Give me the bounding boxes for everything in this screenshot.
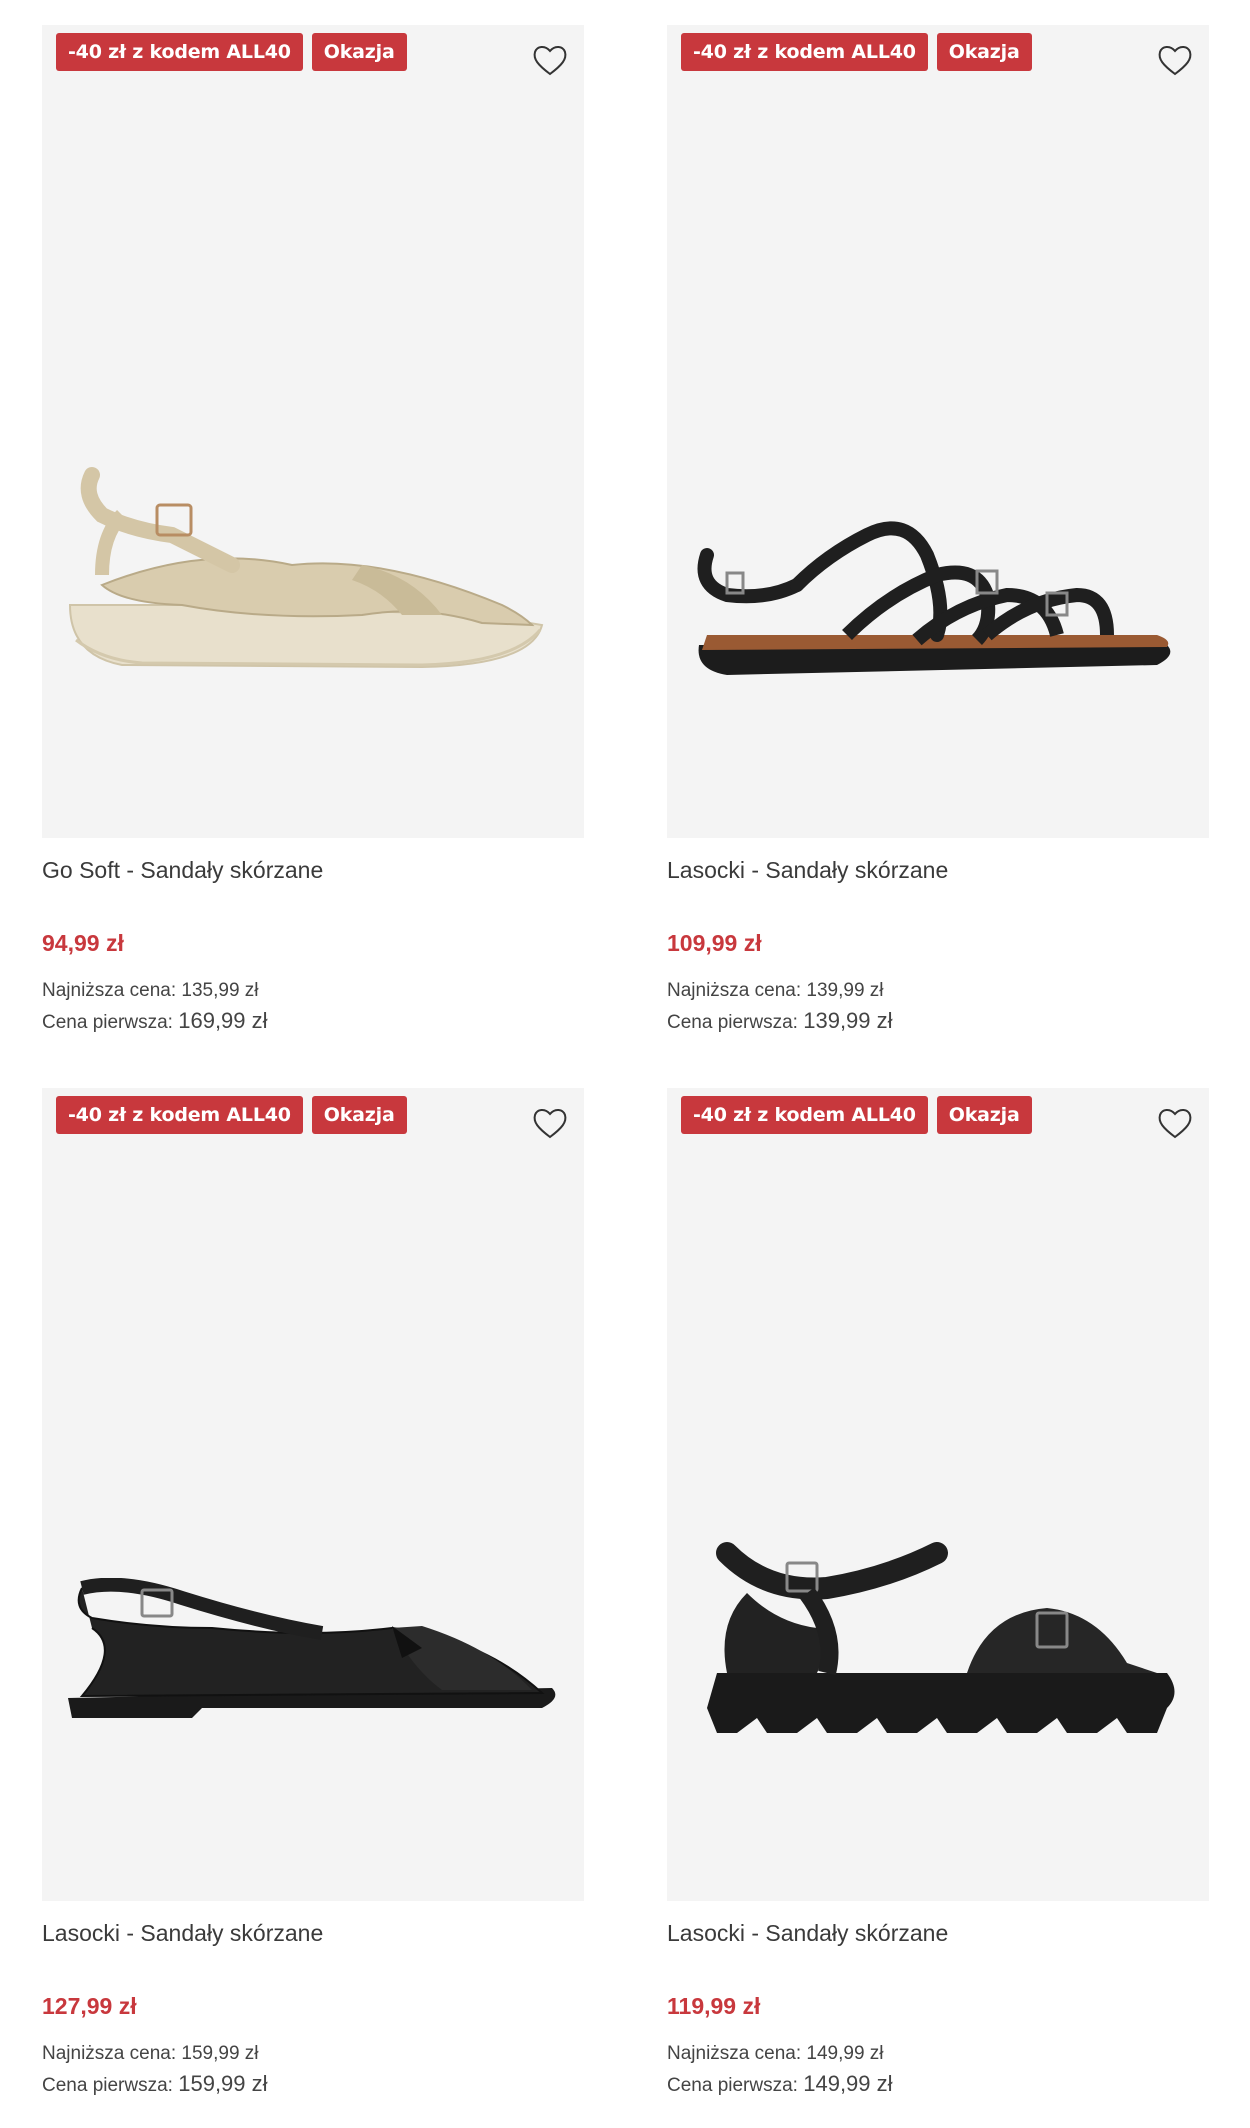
lowest-price-label: Najniższa cena: (42, 2043, 177, 2064)
first-price-label: Cena pierwsza: (42, 1012, 173, 1033)
product-grid: -40 zł z kodem ALL40 Okazja Go Soft - Sa… (0, 0, 1250, 2123)
product-price: 109,99 zł (667, 930, 762, 956)
first-price-value: 159,99 zł (178, 2071, 268, 2096)
product-card[interactable]: -40 zł z kodem ALL40 Okazja Lasocki - Sa… (42, 1088, 584, 2128)
heart-icon[interactable] (1155, 1104, 1195, 1144)
deal-badge: Okazja (311, 1096, 407, 1134)
badge-group: -40 zł z kodem ALL40 Okazja (681, 1096, 1032, 1134)
product-title[interactable]: Lasocki - Sandały skórzane (667, 1920, 948, 1947)
first-price-value: 139,99 zł (803, 1008, 893, 1033)
lowest-price-line: Najniższa cena: 139,99 zł (667, 980, 884, 1002)
product-card[interactable]: -40 zł z kodem ALL40 Okazja (667, 1088, 1209, 2128)
discount-code-badge: -40 zł z kodem ALL40 (56, 33, 303, 71)
product-price: 119,99 zł (667, 1993, 761, 2019)
product-image[interactable]: -40 zł z kodem ALL40 Okazja (667, 25, 1209, 838)
black-slingback-sandal-picture (62, 1578, 564, 1748)
lowest-price-label: Najniższa cena: (667, 980, 802, 1001)
lowest-price-value: 139,99 zł (806, 980, 884, 1001)
first-price-line: Cena pierwsza: 149,99 zł (667, 2071, 893, 2097)
badge-group: -40 zł z kodem ALL40 Okazja (56, 33, 407, 71)
product-image[interactable]: -40 zł z kodem ALL40 Okazja (42, 25, 584, 838)
heart-icon[interactable] (1155, 41, 1195, 81)
first-price-value: 169,99 zł (178, 1008, 268, 1033)
product-card[interactable]: -40 zł z kodem ALL40 Okazja (667, 25, 1209, 1065)
discount-code-badge: -40 zł z kodem ALL40 (56, 1096, 303, 1134)
discount-code-badge: -40 zł z kodem ALL40 (681, 33, 928, 71)
badge-group: -40 zł z kodem ALL40 Okazja (681, 33, 1032, 71)
first-price-label: Cena pierwsza: (42, 2075, 173, 2096)
first-price-label: Cena pierwsza: (667, 1012, 798, 1033)
first-price-label: Cena pierwsza: (667, 2075, 798, 2096)
product-image[interactable]: -40 zł z kodem ALL40 Okazja (42, 1088, 584, 1901)
product-price: 94,99 zł (42, 930, 124, 956)
discount-code-badge: -40 zł z kodem ALL40 (681, 1096, 928, 1134)
heart-icon[interactable] (530, 41, 570, 81)
product-title[interactable]: Lasocki - Sandały skórzane (42, 1920, 323, 1947)
beige-wedge-sandal-picture (62, 455, 564, 685)
lowest-price-value: 149,99 zł (806, 2043, 884, 2064)
black-strappy-sandal-picture (687, 495, 1189, 695)
first-price-line: Cena pierwsza: 139,99 zł (667, 1008, 893, 1034)
deal-badge: Okazja (311, 33, 407, 71)
product-price: 127,99 zł (42, 1993, 137, 2019)
product-card[interactable]: -40 zł z kodem ALL40 Okazja (42, 25, 584, 1065)
heart-icon[interactable] (530, 1104, 570, 1144)
deal-badge: Okazja (936, 1096, 1032, 1134)
lowest-price-value: 159,99 zł (181, 2043, 259, 2064)
product-title[interactable]: Lasocki - Sandały skórzane (667, 857, 948, 884)
product-image[interactable]: -40 zł z kodem ALL40 Okazja (667, 1088, 1209, 1901)
first-price-line: Cena pierwsza: 169,99 zł (42, 1008, 268, 1034)
lowest-price-label: Najniższa cena: (667, 2043, 802, 2064)
lowest-price-label: Najniższa cena: (42, 980, 177, 1001)
lowest-price-line: Najniższa cena: 149,99 zł (667, 2043, 884, 2065)
first-price-value: 149,99 zł (803, 2071, 893, 2096)
black-platform-sandal-picture (687, 1533, 1189, 1753)
first-price-line: Cena pierwsza: 159,99 zł (42, 2071, 268, 2097)
lowest-price-value: 135,99 zł (181, 980, 259, 1001)
lowest-price-line: Najniższa cena: 135,99 zł (42, 980, 259, 1002)
deal-badge: Okazja (936, 33, 1032, 71)
badge-group: -40 zł z kodem ALL40 Okazja (56, 1096, 407, 1134)
product-title[interactable]: Go Soft - Sandały skórzane (42, 857, 323, 884)
lowest-price-line: Najniższa cena: 159,99 zł (42, 2043, 259, 2065)
